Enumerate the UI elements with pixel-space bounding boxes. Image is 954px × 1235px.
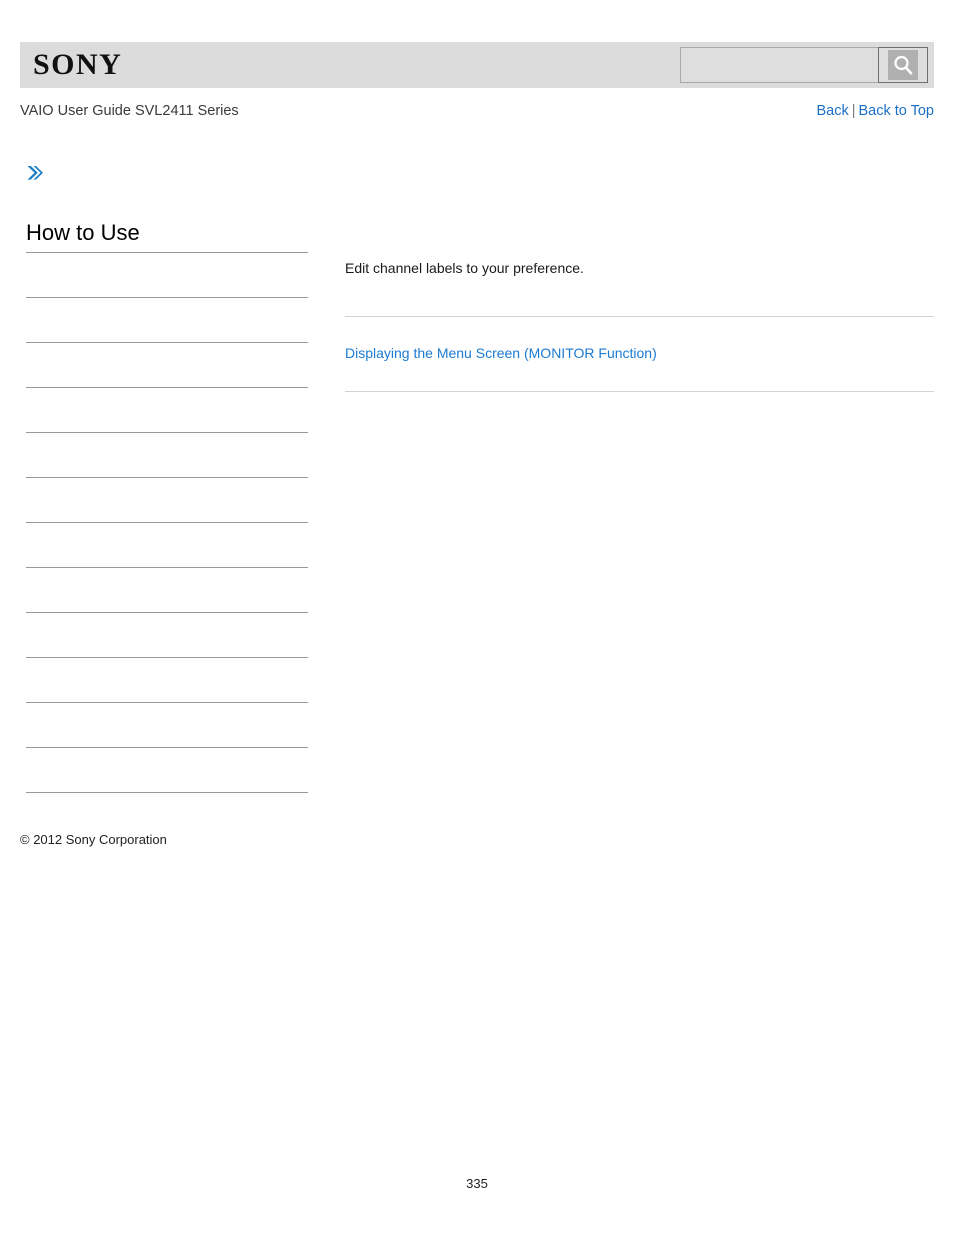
sidebar-item[interactable] bbox=[26, 702, 308, 747]
search-group bbox=[680, 47, 928, 83]
back-to-top-link[interactable]: Back to Top bbox=[858, 103, 934, 119]
sidebar-item[interactable] bbox=[26, 477, 308, 522]
sidebar-item[interactable] bbox=[26, 522, 308, 567]
content-divider bbox=[345, 391, 934, 392]
sidebar-bottom-divider bbox=[26, 792, 308, 793]
main-content: Edit channel labels to your preference. … bbox=[345, 258, 934, 392]
related-topic-link[interactable]: Displaying the Menu Screen (MONITOR Func… bbox=[345, 345, 657, 361]
intro-text: Edit channel labels to your preference. bbox=[345, 260, 584, 276]
sidebar-item[interactable] bbox=[26, 747, 308, 792]
search-button[interactable] bbox=[878, 47, 928, 83]
search-icon bbox=[888, 50, 918, 80]
sidebar-item[interactable] bbox=[26, 432, 308, 477]
sidebar-item[interactable] bbox=[26, 342, 308, 387]
page-number: 335 bbox=[466, 1176, 488, 1191]
site-header: SONY bbox=[20, 42, 934, 88]
sidebar-item[interactable] bbox=[26, 252, 308, 297]
search-input[interactable] bbox=[680, 47, 878, 83]
sidebar-item[interactable] bbox=[26, 567, 308, 612]
sidebar-item[interactable] bbox=[26, 387, 308, 432]
sidebar-title: How to Use bbox=[26, 220, 140, 245]
copyright-notice: © 2012 Sony Corporation bbox=[20, 832, 167, 847]
breadcrumb-row: VAIO User Guide SVL2411 Series Back | Back… bbox=[20, 100, 934, 122]
related-topic-row: Displaying the Menu Screen (MONITOR Func… bbox=[345, 317, 934, 391]
back-link[interactable]: Back bbox=[816, 103, 848, 119]
breadcrumb: VAIO User Guide SVL2411 Series bbox=[20, 103, 239, 119]
sony-logo: SONY bbox=[33, 48, 123, 81]
sidebar-item[interactable] bbox=[26, 297, 308, 342]
nav-links: Back | Back to Top bbox=[816, 100, 934, 122]
sidebar-item[interactable] bbox=[26, 657, 308, 702]
sidebar-item[interactable] bbox=[26, 612, 308, 657]
nav-separator: | bbox=[851, 103, 856, 119]
double-chevron-right-icon[interactable] bbox=[24, 162, 46, 184]
sidebar: How to Use bbox=[26, 218, 308, 793]
